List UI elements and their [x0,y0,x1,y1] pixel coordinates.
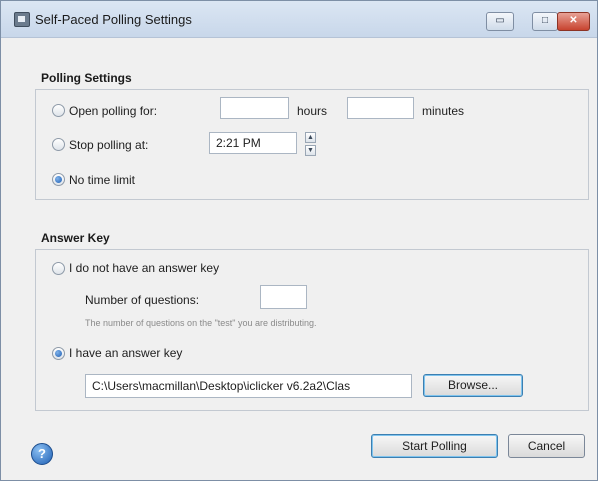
minutes-label: minutes [422,104,465,118]
no-time-limit-label: No time limit [69,173,136,187]
cancel-button[interactable]: Cancel [508,434,585,458]
minimize-button[interactable]: ▭ [486,12,514,31]
window-title: Self-Paced Polling Settings [35,12,192,27]
app-icon [14,12,30,27]
start-polling-button[interactable]: Start Polling [371,434,498,458]
num-questions-label: Number of questions: [85,293,200,307]
num-questions-input[interactable] [260,285,307,309]
hours-input[interactable] [220,97,289,119]
stop-polling-label: Stop polling at: [69,138,149,152]
answer-key-title: Answer Key [41,231,110,245]
polling-settings-title: Polling Settings [41,71,132,85]
answer-key-path-input[interactable] [85,374,412,398]
help-icon[interactable]: ? [31,443,53,465]
hours-label: hours [297,104,328,118]
maximize-button[interactable]: □ [532,12,558,31]
num-questions-hint: The number of questions on the "test" yo… [85,318,317,328]
close-button[interactable]: ✕ [557,12,590,31]
no-time-limit-radio[interactable] [52,173,65,186]
dialog-window: Self-Paced Polling Settings ▭ □ ✕ Pollin… [0,0,598,481]
open-polling-label: Open polling for: [69,104,158,118]
spin-up-button[interactable]: ▲ [305,132,316,143]
no-answer-key-radio[interactable] [52,262,65,275]
have-answer-key-radio[interactable] [52,347,65,360]
stop-polling-radio[interactable] [52,138,65,151]
have-answer-key-label: I have an answer key [69,346,183,360]
spin-down-button[interactable]: ▼ [305,145,316,156]
stop-time-input[interactable] [209,132,297,154]
open-polling-radio[interactable] [52,104,65,117]
minutes-input[interactable] [347,97,414,119]
title-bar[interactable]: Self-Paced Polling Settings ▭ □ ✕ [1,1,597,38]
time-spinner[interactable]: ▲ ▼ [305,132,316,156]
browse-button[interactable]: Browse... [423,374,523,397]
no-answer-key-label: I do not have an answer key [69,261,220,275]
